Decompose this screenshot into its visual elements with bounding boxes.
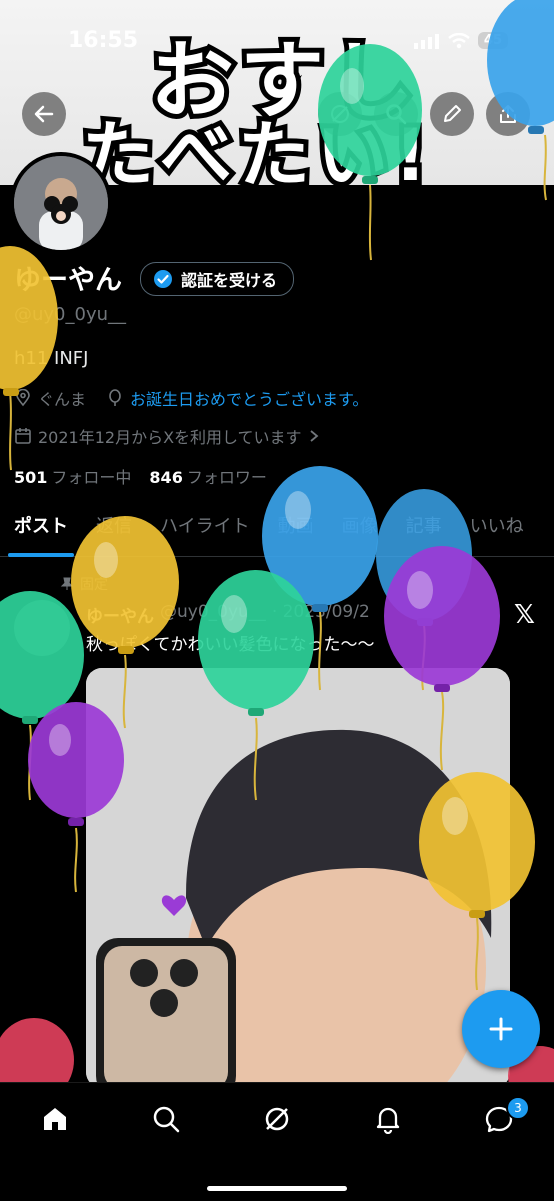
- nav-home[interactable]: [37, 1101, 73, 1137]
- x-logo-icon: 𝕏: [514, 600, 535, 630]
- profile-location: ぐんま: [38, 390, 87, 409]
- followers-count: 846: [149, 468, 183, 487]
- post-text: 秋っぽくてかわいい髪色になった〜〜: [86, 635, 375, 655]
- chevron-right-icon: [309, 430, 318, 442]
- back-icon: [34, 105, 54, 123]
- home-indicator: [207, 1186, 347, 1191]
- profile-joined-text: 2021年12月からXを利用しています: [38, 428, 302, 447]
- tab-images[interactable]: 画像: [328, 500, 392, 556]
- plus-icon: [489, 1017, 513, 1041]
- post-photo[interactable]: [86, 668, 510, 1088]
- battery-indicator: 45: [477, 32, 508, 49]
- avatar-photo: [14, 156, 108, 250]
- wifi-icon: [448, 32, 470, 48]
- grok-button[interactable]: [318, 92, 362, 136]
- search-button[interactable]: [374, 92, 418, 136]
- get-verified-label: 認証を受ける: [181, 271, 278, 290]
- verified-icon: [154, 270, 172, 288]
- status-icons: 45: [413, 32, 508, 49]
- following-label: フォロー中: [51, 468, 132, 487]
- profile-bio: h11 INFJ: [14, 348, 89, 369]
- nav-search[interactable]: [148, 1101, 184, 1137]
- back-button[interactable]: [22, 92, 66, 136]
- edit-button[interactable]: [430, 92, 474, 136]
- bell-icon: [376, 1107, 400, 1134]
- tab-replies[interactable]: 返信: [82, 500, 146, 556]
- location-icon: [16, 389, 30, 407]
- compose-button[interactable]: [462, 990, 540, 1068]
- profile-meta-location-birthday: ぐんま お誕生日おめでとうございます。: [14, 386, 368, 410]
- post-date: · 2023/09/2: [271, 602, 370, 622]
- calendar-icon: [15, 428, 31, 444]
- get-verified-button[interactable]: 認証を受ける: [140, 262, 295, 296]
- tab-likes[interactable]: いいね: [456, 500, 538, 556]
- post-header: ゆーやん @uy0_0yu__ · 2023/09/2: [86, 602, 370, 627]
- messages-badge: 3: [506, 1096, 530, 1120]
- followers-link[interactable]: 846 フォロワー: [149, 464, 266, 488]
- bottom-navigation: [0, 1082, 554, 1201]
- share-button[interactable]: [486, 92, 530, 136]
- tab-articles[interactable]: 記事: [392, 500, 456, 556]
- profile-handle: @uy0_0yu__: [14, 304, 127, 325]
- following-count: 501: [14, 468, 48, 487]
- post-author-handle[interactable]: @uy0_0yu__: [160, 602, 266, 627]
- status-bar: 16:55 45: [0, 26, 554, 60]
- signal-icon: [413, 33, 439, 49]
- search-icon: [386, 104, 407, 125]
- profile-avatar[interactable]: [10, 152, 112, 254]
- post-photo-image: [86, 668, 510, 1088]
- followers-label: フォロワー: [186, 468, 267, 487]
- pin-icon: [60, 577, 74, 590]
- grok-icon: [265, 1107, 289, 1131]
- profile-birthday[interactable]: お誕生日おめでとうございます。: [130, 386, 368, 410]
- tab-videos[interactable]: 動画: [264, 500, 328, 556]
- status-time: 16:55: [68, 28, 139, 53]
- grok-icon: [331, 105, 349, 123]
- post-author-name[interactable]: ゆーやん: [86, 602, 154, 627]
- nav-grok[interactable]: [259, 1101, 295, 1137]
- edit-icon: [444, 105, 461, 122]
- birthday-icon: [109, 389, 121, 406]
- profile-tabs: ポスト 返信 ハイライト 動画 画像 記事 いいね: [0, 500, 554, 557]
- tab-highlights[interactable]: ハイライト: [146, 500, 264, 556]
- following-link[interactable]: 501 フォロー中: [14, 464, 131, 488]
- pinned-text: 固定: [80, 577, 108, 593]
- nav-notifications[interactable]: [370, 1101, 406, 1137]
- share-icon: [500, 105, 516, 123]
- pinned-label: 固定: [60, 574, 108, 594]
- profile-joined[interactable]: 2021年12月からXを利用しています: [14, 424, 320, 448]
- profile-name: ゆーやん: [14, 265, 122, 296]
- follow-stats: 501 フォロー中 846 フォロワー: [14, 464, 267, 488]
- home-icon: [44, 1108, 66, 1130]
- search-icon: [153, 1106, 180, 1133]
- tab-posts[interactable]: ポスト: [0, 500, 82, 557]
- post-avatar[interactable]: [14, 600, 70, 656]
